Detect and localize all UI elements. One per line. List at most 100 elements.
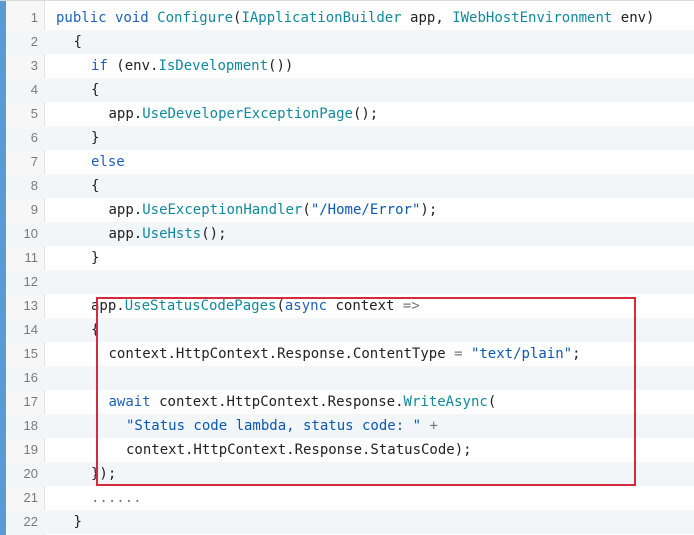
code-lines: 1 public void Configure(IApplicationBuild… [6,6,694,534]
code-token: { [91,178,100,194]
line-number: 11 [24,250,39,265]
code-token: IApplicationBuilder [241,10,402,26]
line-number: 16 [23,370,38,385]
code-line: 5 app.UseDeveloperExceptionPage(); [6,102,694,126]
code-token: ()) [268,58,294,74]
line-number: 8 [30,178,38,193]
line-number: 7 [30,154,38,169]
code-token: app. [108,226,143,242]
code-text: }); [91,462,116,486]
code-text: ...... [91,486,142,510]
code-line: 17 await context.HttpContext.Response.Wri… [6,390,694,414]
code-token: UseStatusCodePages [124,298,277,314]
line-number: 18 [23,418,38,433]
line-number: 6 [30,130,38,145]
code-token: UseDeveloperExceptionPage [142,106,353,122]
code-token: else [91,154,125,170]
code-token: await [108,394,151,410]
code-text: } [91,246,99,270]
code-token: (); [352,106,379,122]
line-number: 19 [23,442,38,457]
code-text: "Status code lambda, status code: " + [126,414,438,438]
code-text: app.UseDeveloperExceptionPage(); [109,102,379,126]
code-token: }); [91,466,117,482]
code-token: (env. [107,58,159,74]
line-number: 9 [30,202,38,217]
code-line: 16 [6,366,694,390]
line-number: 20 [23,466,38,481]
code-token: } [91,130,100,146]
code-token: { [91,82,100,98]
code-text: app.UseHsts(); [109,222,227,246]
code-token: app. [91,298,125,314]
code-token: async [284,298,328,314]
code-line: 20}); [6,462,694,486]
code-token: (); [201,226,227,242]
line-number: 21 [23,490,38,505]
code-line: 14 { [6,318,694,342]
code-line: 9 app.UseExceptionHandler("/Home/Error"); [6,198,694,222]
code-token: if [91,58,108,74]
code-text: public void Configure(IApplicationBuilde… [56,6,655,30]
code-line: 21...... [6,486,694,510]
code-token: context [327,298,403,314]
line-number: 10 [23,226,38,241]
code-text: } [74,510,82,534]
code-text: } [91,126,99,150]
code-line: 15 context.HttpContext.Response.ContentTy… [6,342,694,366]
line-number: 5 [30,106,38,121]
code-token: context.HttpContext.Response.ContentType [108,346,455,362]
code-token: "text/plain" [470,346,573,362]
code-line: 12 [6,270,694,294]
line-number: 3 [30,58,38,73]
code-line: 4{ [6,78,694,102]
code-token: ( [487,394,497,410]
code-token: ( [302,202,311,218]
code-token: app. [108,106,143,122]
code-line: 3 if (env.IsDevelopment()) [6,54,694,78]
code-token: WriteAsync [403,394,488,410]
code-text: context.HttpContext.Response.ContentType… [109,342,581,366]
line-number: 14 [23,322,38,337]
code-token: Configure [157,10,234,26]
code-token: } [73,514,82,530]
code-text: { [74,30,82,54]
code-token: { [73,34,82,50]
line-number: 1 [30,10,38,25]
line-number: 15 [23,346,38,361]
code-line: 6} [6,126,694,150]
code-token: + [429,418,438,434]
code-token: public void [56,10,158,26]
code-line: 19 context.HttpContext.Response.StatusCod… [6,438,694,462]
line-number: 22 [23,514,38,529]
code-token: ...... [91,490,142,506]
line-number: 17 [23,394,38,409]
code-text: { [91,318,99,342]
code-line: 1 public void Configure(IApplicationBuild… [6,6,694,30]
code-text: app.UseExceptionHandler("/Home/Error"); [109,198,438,222]
code-token: ); [420,202,438,218]
code-editor: 1 public void Configure(IApplicationBuild… [0,0,694,535]
code-token: UseHsts [142,226,202,242]
line-number: 2 [30,34,38,49]
code-text: app.UseStatusCodePages(async context => [91,294,420,318]
code-line: 11} [6,246,694,270]
code-token: IWebHostEnvironment [452,10,613,26]
code-token: app, [401,10,453,26]
line-number: 13 [23,298,38,313]
code-token: context.HttpContext.Response.StatusCode)… [126,442,472,458]
code-line: 2{ [6,30,694,54]
code-token: = [454,346,463,362]
code-token: env) [612,10,655,26]
code-text: if (env.IsDevelopment()) [91,54,293,78]
code-line: 10 app.UseHsts(); [6,222,694,246]
code-token: "Status code lambda, status code: " [126,418,422,434]
code-token: context.HttpContext.Response. [150,394,404,410]
code-token: UseExceptionHandler [142,202,303,218]
code-line: 8{ [6,174,694,198]
code-token: } [91,250,100,266]
code-token: { [91,322,100,338]
code-token: ; [572,346,581,362]
line-number: 12 [23,274,38,289]
